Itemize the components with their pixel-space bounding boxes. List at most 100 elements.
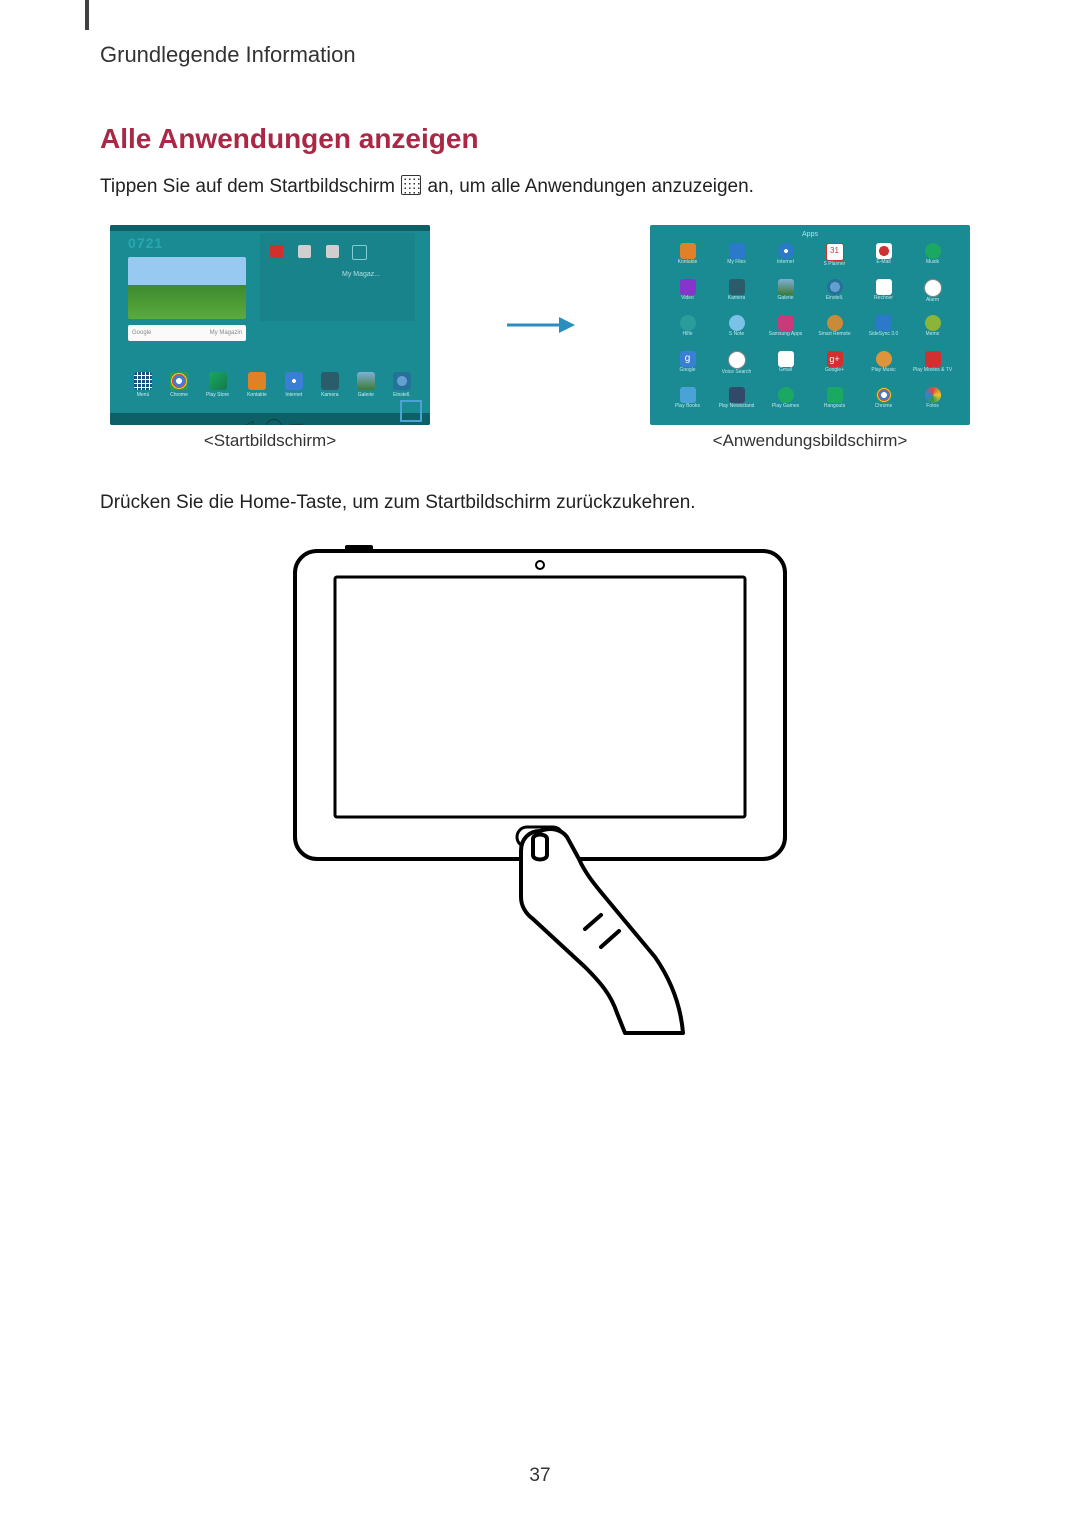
intro-text-after: an, um alle Anwendungen anzuzeigen. bbox=[428, 176, 754, 197]
app-item: Hangouts bbox=[811, 387, 858, 421]
einstell--icon bbox=[827, 279, 843, 295]
home-search-bar: Google My Magazin bbox=[128, 325, 246, 341]
app-item-label: Galerie bbox=[777, 295, 793, 301]
app-item: Kontakte bbox=[664, 243, 711, 277]
app-item-label: Chrome bbox=[875, 403, 893, 409]
dock-item-label: Einstell. bbox=[393, 392, 411, 398]
app-item-label: E-Mail bbox=[876, 259, 890, 265]
chrome-icon bbox=[170, 372, 188, 390]
search-hint: My Magazin bbox=[210, 325, 242, 341]
play-games-icon bbox=[778, 387, 794, 403]
app-item: gGoogle bbox=[664, 351, 711, 385]
chrome-icon bbox=[876, 387, 892, 403]
my-files-icon bbox=[729, 243, 745, 259]
app-item: 31S Planner bbox=[811, 243, 858, 277]
app-item-label: Rechner bbox=[874, 295, 893, 301]
smart-remote-icon bbox=[827, 315, 843, 331]
home-screen-caption: <Startbildschirm> bbox=[110, 431, 430, 451]
app-item: Gmail bbox=[762, 351, 809, 385]
home-photo-widget bbox=[128, 257, 246, 319]
home-statusbar bbox=[110, 225, 430, 231]
app-item-label: Play Games bbox=[772, 403, 799, 409]
google-icon: g bbox=[680, 351, 696, 367]
app-item-label: Memo bbox=[926, 331, 940, 337]
samsung-apps-icon bbox=[778, 315, 794, 331]
app-drawer-grid: Kontakte My Files Internet31S Planner E-Mai… bbox=[664, 243, 956, 415]
return-instruction: Drücken Sie die Home-Taste, um zum Start… bbox=[100, 491, 980, 516]
app-item: Kamera bbox=[713, 279, 760, 313]
e-mail-icon bbox=[876, 243, 892, 259]
app-item-label: SideSync 3.0 bbox=[869, 331, 898, 337]
caption-spacer bbox=[510, 431, 570, 451]
section-title: Alle Anwendungen anzeigen bbox=[100, 123, 980, 155]
intro-paragraph: Tippen Sie auf dem Startbildschirm an, u… bbox=[100, 175, 980, 200]
home-screen-screenshot: 0721 My Magaz... Google My Magazin MenüC… bbox=[110, 225, 430, 425]
play-store-icon bbox=[209, 372, 227, 390]
app-item-label: Kamera bbox=[728, 295, 746, 301]
app-item-label: Play Movies & TV bbox=[913, 367, 952, 373]
app-item: Fotos bbox=[909, 387, 956, 421]
s-note-icon bbox=[729, 315, 745, 331]
intro-text-before: Tippen Sie auf dem Startbildschirm bbox=[100, 176, 400, 197]
app-drawer-screenshot: Apps KontakteMy FilesInternet31S Planner… bbox=[650, 225, 970, 425]
mini-icon bbox=[326, 245, 339, 258]
google--icon: g+ bbox=[827, 351, 843, 367]
play-books-icon bbox=[680, 387, 696, 403]
kontakte-icon bbox=[680, 243, 696, 259]
app-item-label: Fotos bbox=[926, 403, 939, 409]
nav-home-icon: ◯ bbox=[265, 416, 275, 422]
app-item: Einstell. bbox=[811, 279, 858, 313]
einstell--icon bbox=[393, 372, 411, 390]
arrow-container bbox=[505, 314, 575, 336]
video-icon bbox=[680, 279, 696, 295]
app-item: E-Mail bbox=[860, 243, 907, 277]
app-item-label: Hangouts bbox=[824, 403, 845, 409]
mini-icon bbox=[270, 245, 283, 258]
home-right-widget bbox=[260, 233, 415, 321]
figure-row: 0721 My Magaz... Google My Magazin MenüC… bbox=[100, 225, 980, 425]
document-page: Grundlegende Information Alle Anwendunge… bbox=[0, 0, 1080, 1527]
app-item-label: Google+ bbox=[825, 367, 844, 373]
app-item: Internet bbox=[762, 243, 809, 277]
rechner-icon bbox=[876, 279, 892, 295]
dock-item-label: Kontakte bbox=[247, 392, 267, 398]
app-item-label: My Files bbox=[727, 259, 746, 265]
kamera-icon bbox=[321, 372, 339, 390]
home-dock: MenüChromePlay StoreKontakteInternetKame… bbox=[110, 365, 430, 405]
app-item: Musik bbox=[909, 243, 956, 277]
dock-item-label: Menü bbox=[137, 392, 150, 398]
play-music-icon bbox=[876, 351, 892, 367]
dock-item: Chrome bbox=[170, 372, 188, 398]
app-item: Memo bbox=[909, 315, 956, 349]
fotos-icon bbox=[925, 387, 941, 403]
app-item: Smart Remote bbox=[811, 315, 858, 349]
dock-item-label: Galerie bbox=[358, 392, 374, 398]
app-item: Alarm bbox=[909, 279, 956, 313]
s-planner-icon: 31 bbox=[826, 243, 844, 261]
app-item: Rechner bbox=[860, 279, 907, 313]
play-movies-tv-icon bbox=[925, 351, 941, 367]
dock-item: Galerie bbox=[357, 372, 375, 398]
mini-icon bbox=[298, 245, 311, 258]
dock-item: Internet bbox=[285, 372, 303, 398]
dock-item: Kontakte bbox=[247, 372, 267, 398]
app-item: Galerie bbox=[762, 279, 809, 313]
app-item-label: S Note bbox=[729, 331, 744, 337]
app-item: Play Movies & TV bbox=[909, 351, 956, 385]
page-header-title: Grundlegende Information bbox=[100, 42, 980, 68]
caption-row: <Startbildschirm> <Anwendungsbildschirm> bbox=[100, 431, 980, 451]
app-item-label: Video bbox=[681, 295, 694, 301]
app-item: Play Games bbox=[762, 387, 809, 421]
memo-icon bbox=[925, 315, 941, 331]
kamera-icon bbox=[729, 279, 745, 295]
search-provider: Google bbox=[132, 325, 151, 341]
app-item-label: Alarm bbox=[926, 297, 939, 303]
app-item-label: Hilfe bbox=[682, 331, 692, 337]
app-item: g+Google+ bbox=[811, 351, 858, 385]
internet-icon bbox=[778, 243, 794, 259]
apps-grid-icon bbox=[401, 175, 421, 195]
app-item: Play Books bbox=[664, 387, 711, 421]
apps-icon-highlight bbox=[400, 400, 422, 422]
dock-item: Menü bbox=[134, 372, 152, 398]
app-item-label: Einstell. bbox=[826, 295, 844, 301]
